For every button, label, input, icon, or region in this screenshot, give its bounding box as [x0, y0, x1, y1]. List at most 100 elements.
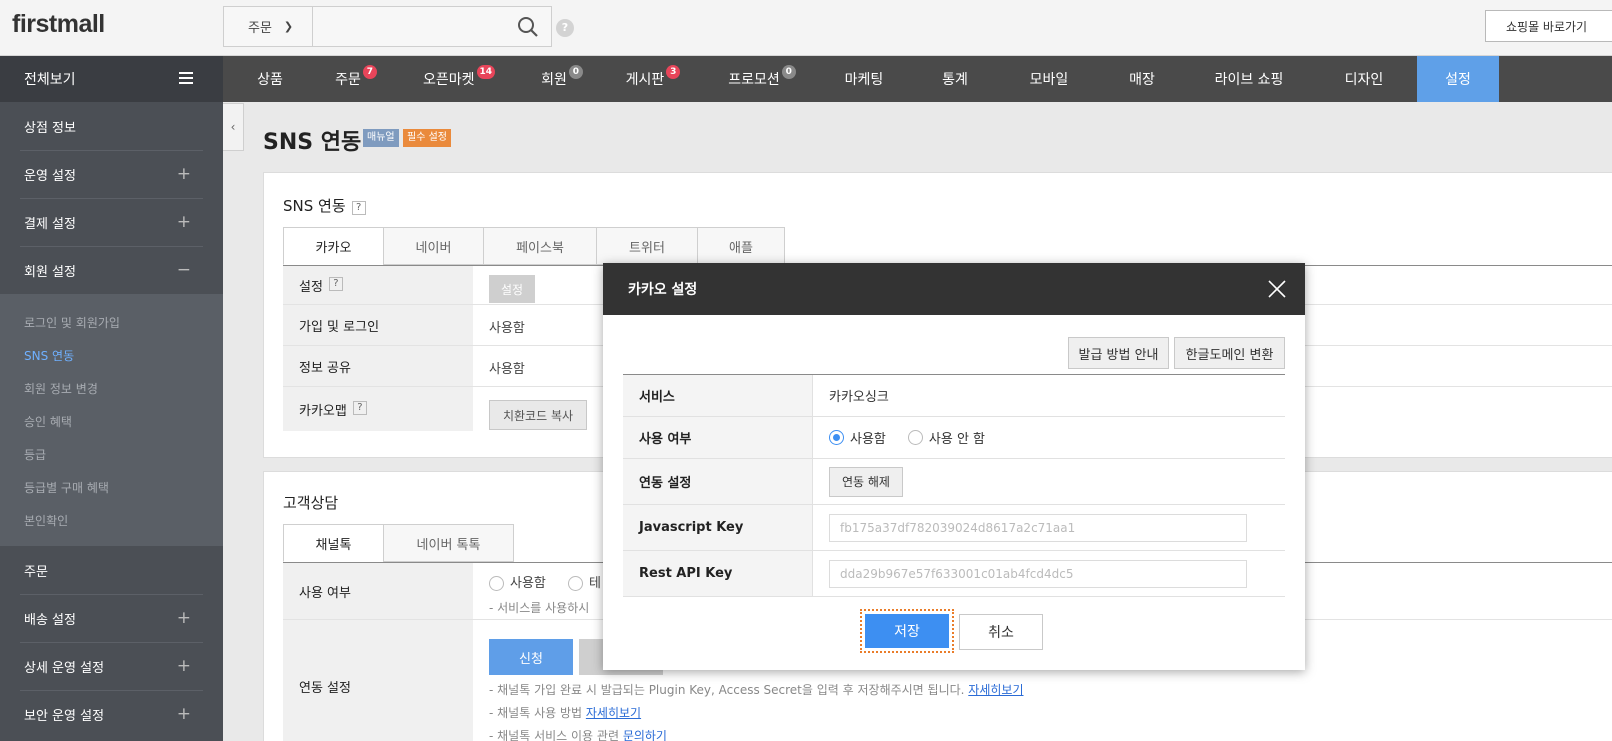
- tab-naver-talktalk[interactable]: 네이버 톡톡: [383, 524, 514, 562]
- nav-item-label: 모바일: [1029, 72, 1069, 88]
- sidebar-item-label: 운영 설정: [24, 168, 76, 184]
- nav-item-openmarket[interactable]: 오픈마켓 14: [395, 56, 523, 102]
- nav-item-settings[interactable]: 설정: [1417, 56, 1499, 102]
- rest-key-label: Rest API Key: [623, 551, 813, 596]
- sidebar-item-label: 결제 설정: [24, 216, 76, 232]
- sidebar-item-payment[interactable]: 결제 설정 +: [0, 198, 223, 246]
- row-label-text: 카카오맵: [299, 403, 347, 419]
- nav-item-order[interactable]: 주문 7: [317, 56, 395, 102]
- apply-button[interactable]: 신청: [489, 639, 573, 675]
- inquiry-link[interactable]: 문의하기: [623, 729, 667, 741]
- sidebar-subitem-grade-benefit[interactable]: 등급별 구매 혜택: [24, 479, 109, 496]
- close-icon[interactable]: [1267, 279, 1287, 299]
- radio-use-on[interactable]: [829, 430, 844, 445]
- nav-item-product[interactable]: 상품: [223, 56, 317, 102]
- help-icon[interactable]: ?: [351, 201, 366, 215]
- nav-item-design[interactable]: 디자인: [1311, 56, 1417, 102]
- sidebar-subitem-login-signup[interactable]: 로그인 및 회원가입: [24, 314, 120, 331]
- js-key-input[interactable]: [829, 513, 1247, 542]
- nav-item-store[interactable]: 매장: [1097, 56, 1187, 102]
- sidebar-item-detail-operation[interactable]: 상세 운영 설정 +: [0, 642, 223, 690]
- nav-item-promotion[interactable]: 프로모션 0: [705, 56, 819, 102]
- help-icon[interactable]: ?: [328, 277, 343, 291]
- hamburger-icon[interactable]: [179, 72, 193, 84]
- issue-guide-button[interactable]: 발급 방법 안내: [1068, 337, 1169, 369]
- plus-icon[interactable]: +: [177, 164, 191, 184]
- tab-twitter[interactable]: 트위터: [596, 227, 698, 265]
- cancel-button[interactable]: 취소: [959, 614, 1043, 650]
- sidebar-collapse-toggle[interactable]: ‹: [223, 103, 244, 151]
- sidebar-item-delivery[interactable]: 배송 설정 +: [0, 594, 223, 642]
- service-value: 카카오싱크: [829, 390, 889, 405]
- nav-item-label: 디자인: [1344, 72, 1384, 88]
- nav-item-label: 통계: [942, 72, 968, 88]
- nav-item-mobile[interactable]: 모바일: [1001, 56, 1097, 102]
- sidebar-item-order[interactable]: 주문: [0, 546, 223, 594]
- plus-icon[interactable]: +: [177, 656, 191, 676]
- search-scope-select[interactable]: 주문 ❯: [224, 7, 313, 46]
- radio-use-off[interactable]: [907, 430, 923, 445]
- use-hint: - 서비스를 사용하시: [489, 601, 590, 615]
- help-icon[interactable]: ?: [556, 19, 574, 37]
- row-value: 사용함: [489, 362, 525, 377]
- plus-icon[interactable]: +: [177, 608, 191, 628]
- hint-line-2: - 채널톡 사용 방법 자세히보기: [489, 704, 641, 721]
- nav-items: 상품 주문 7 오픈마켓 14 회원 0 게시판 3 프로모션 0 마케팅 통계 모바일 …: [223, 56, 1499, 102]
- logo[interactable]: firstmall: [12, 10, 105, 39]
- nav-item-label: 오픈마켓: [422, 72, 475, 88]
- plus-icon[interactable]: +: [177, 212, 191, 232]
- settings-button[interactable]: 설정: [489, 275, 535, 303]
- sidebar-subitem-identity[interactable]: 본인확인: [24, 512, 68, 529]
- tab-naver[interactable]: 네이버: [383, 227, 484, 265]
- radio-use[interactable]: [489, 576, 504, 591]
- minus-icon[interactable]: −: [177, 260, 191, 280]
- hint-text: - 채널톡 가입 완료 시 발급되는 Plugin Key, Access Se…: [489, 683, 969, 697]
- nav-badge: 14: [476, 65, 496, 79]
- nav-item-board[interactable]: 게시판 3: [601, 56, 705, 102]
- sidebar-subitem-sns[interactable]: SNS 연동: [24, 347, 74, 364]
- consult-panel-title: 고객상담: [283, 494, 339, 512]
- hint-text: - 채널톡 사용 방법: [489, 706, 586, 720]
- shop-shortcut-button[interactable]: 쇼핑몰 바로가기: [1485, 10, 1612, 42]
- nav-item-statistics[interactable]: 통계: [909, 56, 1001, 102]
- chevron-left-icon: ‹: [230, 120, 236, 134]
- row-label: 사용 여부: [283, 563, 473, 619]
- plus-icon[interactable]: +: [177, 704, 191, 724]
- nav-item-live-shopping[interactable]: 라이브 쇼핑: [1187, 56, 1311, 102]
- rest-key-input[interactable]: [829, 559, 1247, 588]
- help-icon[interactable]: ?: [352, 401, 367, 415]
- detail-link[interactable]: 자세히보기: [586, 706, 641, 720]
- manual-tag[interactable]: 매뉴얼: [363, 129, 399, 147]
- row-value: 사용함: [489, 321, 525, 336]
- sidebar-subitem-member-info[interactable]: 회원 정보 변경: [24, 380, 98, 397]
- tab-apple[interactable]: 애플: [697, 227, 785, 265]
- search-icon[interactable]: [517, 16, 539, 38]
- kakao-settings-modal: 카카오 설정 발급 방법 안내 한글도메인 변환 서비스 카카오싱크 사용 여부…: [603, 263, 1305, 670]
- sidebar-item-label: 회원 설정: [24, 264, 76, 280]
- sidebar-item-member-settings[interactable]: 회원 설정 −: [0, 246, 223, 294]
- sidebar-item-security[interactable]: 보안 운영 설정 +: [0, 690, 223, 738]
- unlink-button[interactable]: 연동 해제: [829, 466, 903, 497]
- radio-other[interactable]: [568, 576, 584, 591]
- nav-all-label: 전체보기: [24, 72, 76, 88]
- sidebar-item-operation[interactable]: 운영 설정 +: [0, 150, 223, 198]
- detail-link[interactable]: 자세히보기: [968, 683, 1023, 697]
- sidebar-item-store-info[interactable]: 상점 정보: [0, 102, 223, 150]
- korean-domain-convert-button[interactable]: 한글도메인 변환: [1174, 337, 1285, 369]
- nav-item-marketing[interactable]: 마케팅: [819, 56, 909, 102]
- sidebar-subitem-grade[interactable]: 등급: [24, 446, 46, 463]
- use-label: 사용 여부: [623, 417, 813, 458]
- copy-code-button[interactable]: 치환코드 복사: [489, 400, 587, 430]
- nav-item-label: 마케팅: [844, 72, 884, 88]
- nav-item-member[interactable]: 회원 0: [523, 56, 601, 102]
- save-button[interactable]: 저장: [860, 609, 954, 653]
- tab-facebook[interactable]: 페이스북: [483, 227, 597, 265]
- table-row: Rest API Key: [623, 551, 1285, 597]
- sidebar-subitem-approval-benefit[interactable]: 승인 혜택: [24, 413, 72, 430]
- modal-settings-table: 서비스 카카오싱크 사용 여부 사용함 사용 안 함 연동 설정 연동 해제 J…: [623, 374, 1285, 597]
- tab-channeltalk[interactable]: 채널톡: [283, 524, 384, 562]
- nav-badge: 7: [362, 65, 377, 79]
- tab-kakao[interactable]: 카카오: [283, 227, 384, 265]
- nav-all-menu[interactable]: 전체보기: [0, 56, 223, 102]
- row-label: 정보 공유: [283, 346, 473, 386]
